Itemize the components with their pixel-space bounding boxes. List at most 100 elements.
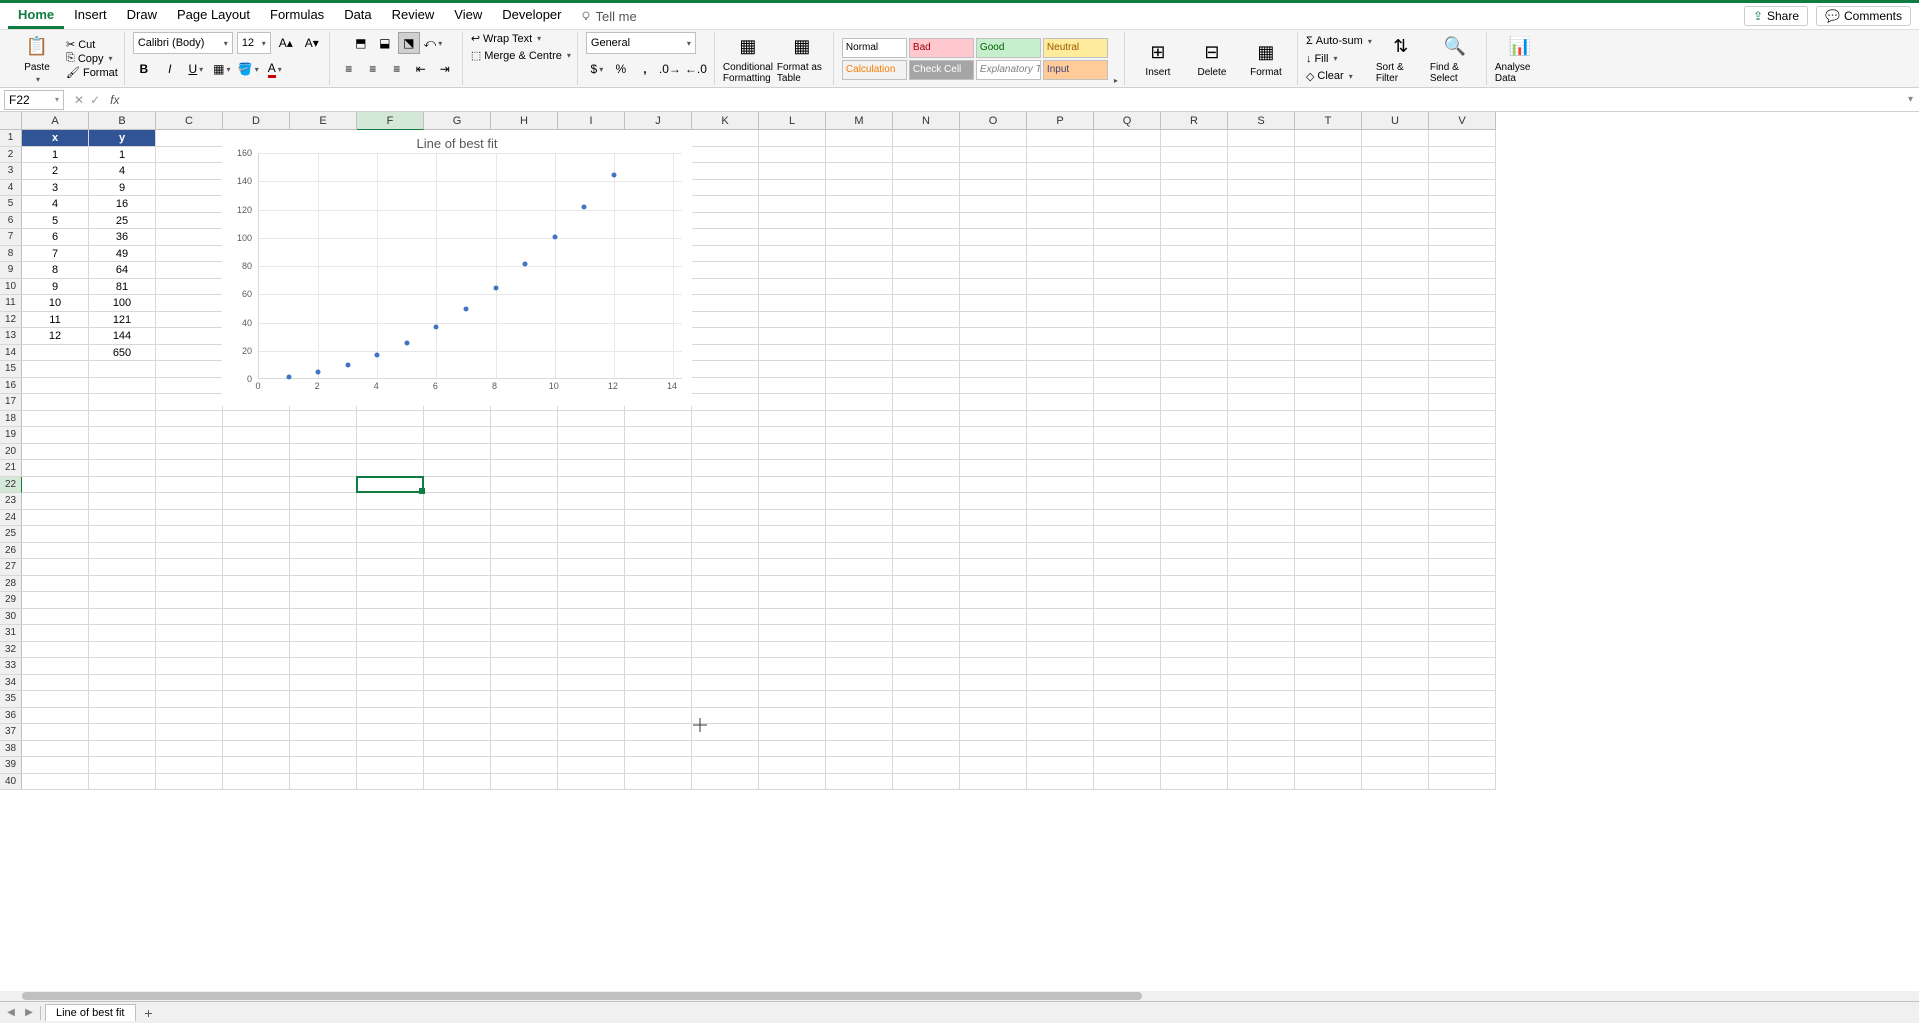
cell[interactable]: 4 — [22, 196, 89, 213]
cell[interactable] — [491, 625, 558, 642]
cell[interactable] — [1027, 163, 1094, 180]
cell[interactable] — [1362, 774, 1429, 791]
cell[interactable]: 9 — [89, 180, 156, 197]
cell[interactable]: 25 — [89, 213, 156, 230]
cell[interactable] — [759, 147, 826, 164]
cell[interactable] — [1161, 559, 1228, 576]
cell[interactable] — [290, 592, 357, 609]
cell[interactable] — [156, 262, 223, 279]
cell[interactable] — [22, 345, 89, 362]
cell[interactable] — [625, 592, 692, 609]
column-header[interactable]: G — [424, 112, 491, 130]
cell[interactable]: y — [89, 130, 156, 147]
cell[interactable] — [1362, 229, 1429, 246]
cell[interactable] — [1429, 196, 1496, 213]
format-cells-button[interactable]: ▦Format — [1241, 39, 1291, 78]
cell[interactable] — [625, 477, 692, 494]
cell[interactable] — [1228, 163, 1295, 180]
font-name-combo[interactable]: Calibri (Body)▾ — [133, 32, 233, 54]
cell[interactable] — [1094, 510, 1161, 527]
cell[interactable] — [1161, 163, 1228, 180]
cell[interactable] — [223, 543, 290, 560]
cell[interactable] — [1161, 658, 1228, 675]
cell[interactable] — [156, 345, 223, 362]
cell[interactable] — [1295, 444, 1362, 461]
cell[interactable] — [960, 361, 1027, 378]
cell[interactable] — [1094, 592, 1161, 609]
cell[interactable] — [424, 691, 491, 708]
cell[interactable] — [1094, 526, 1161, 543]
align-top-button[interactable]: ⬒ — [350, 32, 372, 54]
cell[interactable] — [156, 163, 223, 180]
cell[interactable] — [558, 526, 625, 543]
cell[interactable] — [759, 526, 826, 543]
cell[interactable] — [1027, 576, 1094, 593]
cell[interactable] — [89, 609, 156, 626]
cell[interactable] — [491, 708, 558, 725]
cell[interactable] — [826, 130, 893, 147]
cell[interactable] — [1027, 510, 1094, 527]
cell[interactable] — [424, 625, 491, 642]
cell[interactable] — [1228, 394, 1295, 411]
cell[interactable] — [692, 427, 759, 444]
column-header[interactable]: Q — [1094, 112, 1161, 130]
cell[interactable] — [290, 477, 357, 494]
cell[interactable] — [156, 493, 223, 510]
row-header[interactable]: 14 — [0, 345, 22, 362]
cell[interactable] — [1027, 774, 1094, 791]
cell[interactable] — [1161, 493, 1228, 510]
cell[interactable] — [1295, 130, 1362, 147]
cell[interactable] — [223, 460, 290, 477]
row-header[interactable]: 31 — [0, 625, 22, 642]
cell[interactable] — [893, 361, 960, 378]
cell[interactable] — [156, 147, 223, 164]
cell[interactable] — [1362, 444, 1429, 461]
cell[interactable] — [1027, 642, 1094, 659]
column-header[interactable]: D — [223, 112, 290, 130]
cell[interactable] — [89, 675, 156, 692]
cell[interactable] — [558, 559, 625, 576]
cell[interactable] — [625, 510, 692, 527]
style-bad[interactable]: Bad — [909, 38, 974, 58]
cancel-icon[interactable]: ✕ — [74, 93, 84, 107]
cell[interactable] — [223, 625, 290, 642]
cell[interactable] — [692, 741, 759, 758]
cell[interactable] — [625, 609, 692, 626]
decrease-decimal-button[interactable]: ←.0 — [684, 58, 708, 80]
cell[interactable] — [1094, 427, 1161, 444]
cell[interactable] — [156, 477, 223, 494]
comma-button[interactable]: , — [634, 58, 656, 80]
cut-button[interactable]: ✂Cut — [66, 38, 118, 51]
cell[interactable] — [692, 163, 759, 180]
cell[interactable] — [759, 312, 826, 329]
cell[interactable] — [1295, 708, 1362, 725]
cell[interactable] — [625, 675, 692, 692]
cell[interactable] — [1295, 295, 1362, 312]
cell[interactable] — [1228, 279, 1295, 296]
cell[interactable] — [759, 675, 826, 692]
cell[interactable] — [960, 246, 1027, 263]
chart-data-point[interactable] — [434, 325, 439, 330]
cell[interactable] — [1027, 279, 1094, 296]
cell[interactable] — [826, 147, 893, 164]
cell[interactable] — [1161, 130, 1228, 147]
cell[interactable] — [223, 576, 290, 593]
cell[interactable] — [893, 180, 960, 197]
cell[interactable] — [1161, 625, 1228, 642]
cell[interactable] — [89, 559, 156, 576]
cell[interactable] — [826, 510, 893, 527]
cell[interactable] — [1027, 427, 1094, 444]
cell[interactable] — [22, 576, 89, 593]
font-color-button[interactable]: A▾ — [264, 58, 286, 80]
cell[interactable] — [424, 444, 491, 461]
cell[interactable] — [357, 559, 424, 576]
cell[interactable] — [692, 477, 759, 494]
cell[interactable] — [826, 295, 893, 312]
row-header[interactable]: 32 — [0, 642, 22, 659]
cell[interactable] — [893, 477, 960, 494]
cell[interactable] — [89, 427, 156, 444]
cell[interactable] — [826, 658, 893, 675]
cell[interactable] — [960, 328, 1027, 345]
cell[interactable] — [357, 526, 424, 543]
cell[interactable] — [1362, 510, 1429, 527]
